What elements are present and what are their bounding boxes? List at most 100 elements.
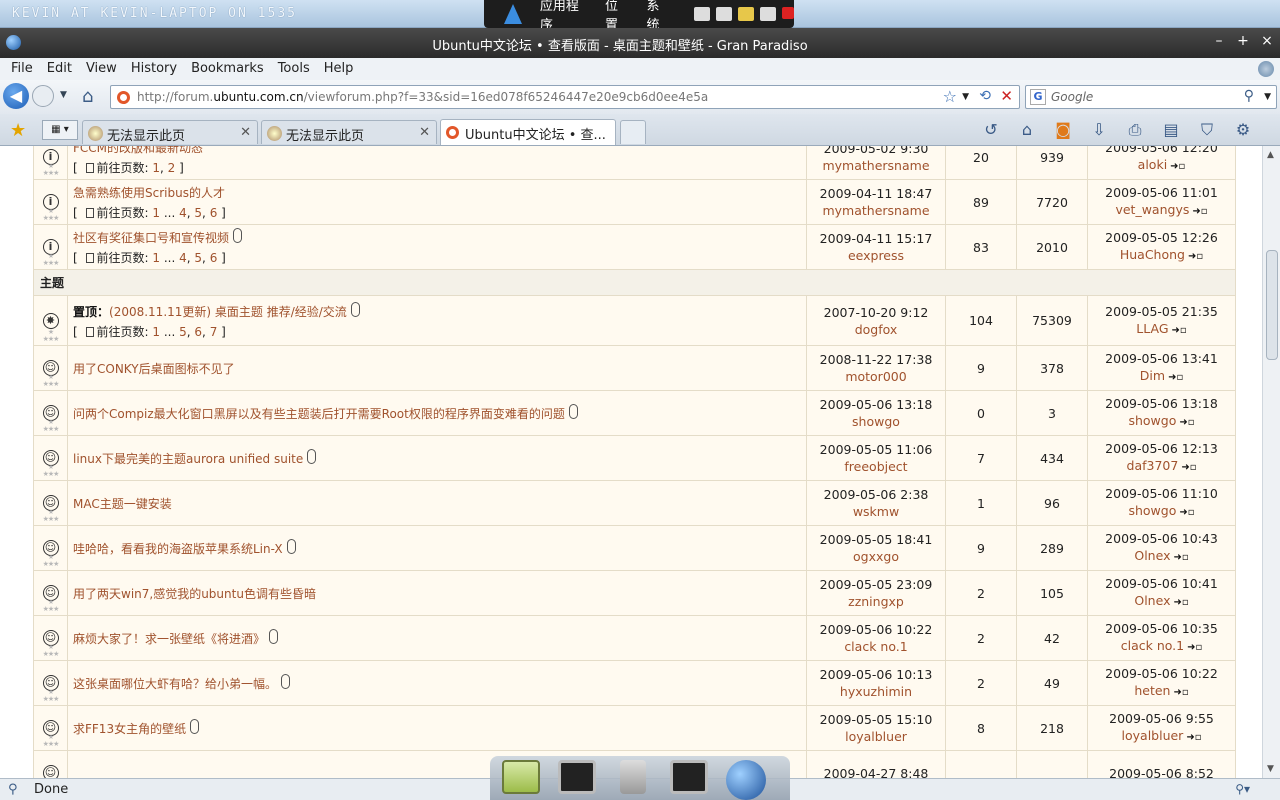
tab-ubuntu-forum[interactable]: Ubuntu中文论坛 • 查... [440, 119, 616, 145]
search-engine-icon[interactable]: G [1030, 89, 1046, 105]
last-post-author[interactable]: vet_wangys [1115, 202, 1189, 217]
text-editor-icon[interactable] [502, 760, 540, 794]
page-link[interactable]: 1 [152, 206, 160, 220]
scrollbar-thumb[interactable] [1266, 250, 1278, 360]
bookmarks-star-icon[interactable]: ★ [10, 120, 26, 141]
page-link[interactable]: 1 [152, 161, 160, 175]
first-post-author[interactable]: hyxuzhimin [807, 683, 945, 700]
search-icon[interactable]: ⚲ [1244, 88, 1254, 104]
undo-close-icon[interactable]: ↺ [980, 120, 1002, 140]
download-icon[interactable]: ⇩ [1088, 120, 1110, 140]
goto-last-post-icon[interactable]: ➜▫ [1173, 552, 1188, 563]
topic-title-link[interactable]: FCCM的改版和最新动态 [73, 146, 203, 155]
goto-last-post-icon[interactable]: ➜▫ [1188, 251, 1203, 262]
url-dropdown-icon[interactable]: ▼ [962, 92, 969, 102]
topic-title-link[interactable]: 社区有奖征集口号和宣传视频 [73, 231, 229, 245]
menu-tools[interactable]: Tools [271, 58, 317, 80]
stop-icon[interactable]: ✕ [1000, 87, 1013, 105]
page-link[interactable]: 6 [194, 325, 202, 339]
last-post-author[interactable]: Olnex [1134, 593, 1170, 608]
goto-last-post-icon[interactable]: ➜▫ [1173, 687, 1188, 698]
page-link[interactable]: 6 [210, 206, 218, 220]
page-link[interactable]: 1 [152, 325, 160, 339]
tab-close-icon[interactable]: ✕ [240, 125, 251, 140]
topic-title-link[interactable]: 求FF13女主角的壁纸 [73, 722, 186, 736]
first-post-author[interactable]: dogfox [807, 321, 945, 338]
page-icon[interactable]: ▤ [1160, 120, 1182, 140]
last-post-author[interactable]: Olnex [1134, 548, 1170, 563]
topic-title-link[interactable]: linux下最完美的主题aurora unified suite [73, 452, 303, 466]
first-post-author[interactable]: ogxxgo [807, 548, 945, 565]
first-post-author[interactable]: mymathersname [807, 157, 945, 174]
forward-button[interactable] [32, 85, 54, 107]
topic-title-link[interactable]: 这张桌面哪位大虾有哈？给小弟一幅。 [73, 677, 277, 691]
battery-icon[interactable] [716, 7, 732, 21]
network-icon[interactable] [694, 7, 710, 21]
topic-title-link[interactable]: 哇哈哈，看看我的海盗版苹果系统Lin-X [73, 542, 283, 556]
goto-last-post-icon[interactable]: ➜▫ [1179, 507, 1194, 518]
distro-logo-icon[interactable] [502, 4, 522, 24]
web-browser-icon[interactable] [726, 760, 766, 800]
topic-title-link[interactable]: MAC主题一键安装 [73, 497, 172, 511]
page-link[interactable]: 5 [194, 206, 202, 220]
goto-last-post-icon[interactable]: ➜▫ [1170, 161, 1185, 172]
shield-icon[interactable]: ⛉ [1196, 120, 1218, 140]
first-post-author[interactable]: mymathersname [807, 202, 945, 219]
topic-title-link[interactable]: 用了CONKY后桌面图标不见了 [73, 362, 235, 376]
page-link[interactable]: 6 [210, 251, 218, 265]
terminal-2-icon[interactable] [670, 760, 708, 794]
url-text[interactable]: http://forum.ubuntu.com.cn/viewforum.php… [137, 90, 708, 104]
home-icon[interactable]: ⌂ [82, 86, 93, 107]
topic-title-link[interactable]: 问两个Compiz最大化窗口黑屏以及有些主题装后打开需要Root权限的程序界面变… [73, 407, 565, 421]
home-toolbar-icon[interactable]: ⌂ [1016, 120, 1038, 140]
last-post-author[interactable]: showgo [1128, 413, 1176, 428]
print-icon[interactable]: ⎙ [1124, 120, 1146, 140]
first-post-author[interactable]: loyalbluer [807, 728, 945, 745]
menu-bookmarks[interactable]: Bookmarks [184, 58, 271, 80]
zoom-icon[interactable]: ⚲▾ [1235, 782, 1250, 796]
tab-cannot-display-2[interactable]: 无法显示此页 ✕ [261, 120, 437, 144]
menu-history[interactable]: History [124, 58, 184, 80]
scroll-up-icon[interactable]: ▲ [1267, 150, 1274, 160]
topic-title-link[interactable]: (2008.11.11更新) 桌面主题 推荐/经验/交流 [109, 305, 347, 319]
tab-overview-button[interactable]: ▦ ▾ [42, 120, 78, 140]
reload-icon[interactable]: ⟲ [979, 88, 991, 104]
folder-icon[interactable] [738, 7, 754, 21]
menu-help[interactable]: Help [317, 58, 361, 80]
page-link[interactable]: 2 [168, 161, 176, 175]
terminal-icon[interactable] [558, 760, 596, 794]
volume-icon[interactable] [760, 7, 776, 21]
vertical-scrollbar[interactable]: ▲ ▼ [1262, 146, 1280, 778]
goto-last-post-icon[interactable]: ➜▫ [1179, 417, 1194, 428]
close-button[interactable]: × [1258, 33, 1276, 51]
topic-title-link[interactable]: 急需熟练使用Scribus的人才 [73, 186, 225, 200]
last-post-author[interactable]: aloki [1138, 157, 1168, 172]
first-post-author[interactable]: freeobject [807, 458, 945, 475]
last-post-author[interactable]: LLAG [1136, 321, 1168, 336]
gear-icon[interactable]: ⚙ [1232, 120, 1254, 140]
menu-file[interactable]: File [4, 58, 40, 80]
goto-last-post-icon[interactable]: ➜▫ [1187, 642, 1202, 653]
minimize-button[interactable]: – [1210, 33, 1228, 51]
page-link[interactable]: 4 [179, 251, 187, 265]
page-link[interactable]: 5 [179, 325, 187, 339]
topic-title-link[interactable]: 用了两天win7,感觉我的ubuntu色调有些昏暗 [73, 587, 316, 601]
tab-close-icon[interactable]: ✕ [419, 125, 430, 140]
last-post-author[interactable]: loyalbluer [1122, 728, 1184, 743]
url-bar[interactable]: http://forum.ubuntu.com.cn/viewforum.php… [110, 85, 1020, 109]
history-dropdown-icon[interactable]: ▼ [60, 90, 67, 100]
page-link[interactable]: 1 [152, 251, 160, 265]
first-post-author[interactable]: zzningxp [807, 593, 945, 610]
last-post-author[interactable]: clack no.1 [1121, 638, 1184, 653]
page-link[interactable]: 4 [179, 206, 187, 220]
goto-last-post-icon[interactable]: ➜▫ [1186, 732, 1201, 743]
last-post-author[interactable]: HuaChong [1120, 247, 1185, 262]
scroll-down-icon[interactable]: ▼ [1267, 764, 1274, 774]
last-post-author[interactable]: Dim [1140, 368, 1165, 383]
last-post-author[interactable]: heten [1134, 683, 1170, 698]
topic-title-link[interactable]: 麻烦大家了！求一张壁纸《将进酒》 [73, 632, 265, 646]
back-button[interactable]: ◀ [3, 83, 29, 109]
last-post-author[interactable]: daf3707 [1127, 458, 1179, 473]
first-post-author[interactable]: eexpress [807, 247, 945, 264]
last-post-author[interactable]: showgo [1128, 503, 1176, 518]
